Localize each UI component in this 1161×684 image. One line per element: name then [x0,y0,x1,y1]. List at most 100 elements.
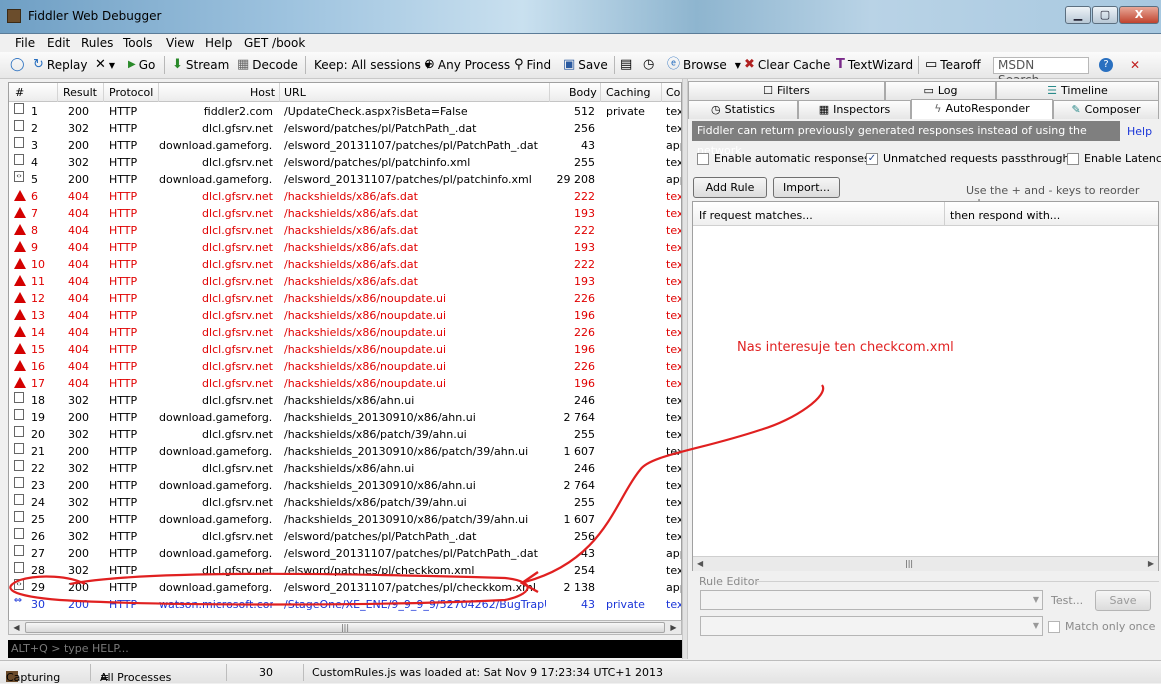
enable-latency-checkbox[interactable]: Enable Latency [1067,152,1161,165]
decode-button[interactable]: ▦ Decode [237,56,298,74]
table-row[interactable]: 17 404 HTTP dlcl.gfsrv.net/hackshields/x86/… [9,375,681,392]
table-row[interactable]: 27 200 HTTP download.gameforg... /elsword_20… [9,545,681,562]
autoresponder-rules-list[interactable]: If request matches... then respond with.… [692,201,1159,571]
save-button[interactable]: ▣ Save [563,56,608,74]
table-row[interactable]: 16 404 HTTP dlcl.gfsrv.net/hackshields/x86/… [9,358,681,375]
tab-composer[interactable]: ✎ Composer [1053,100,1159,119]
table-row[interactable]: 1 200 HTTP fiddler2.com/UpdateCheck.aspx?is… [9,103,681,120]
keep-sessions-dropdown[interactable]: Keep: All sessions ▾ [314,56,431,74]
table-row[interactable]: 18 302 HTTP dlcl.gfsrv.net/hackshields/x86/… [9,392,681,409]
table-row[interactable]: 12 404 HTTP dlcl.gfsrv.net/hackshields/x86/… [9,290,681,307]
column-header-host[interactable]: Host [250,86,275,99]
menu-file[interactable]: File [15,36,35,50]
table-row[interactable]: 13 404 HTTP dlcl.gfsrv.net/hackshields/x86/… [9,307,681,324]
minimize-button[interactable]: ▁ [1065,6,1091,24]
row-body: 256 [574,530,595,543]
timer-button[interactable]: ◷ [643,56,657,74]
row-number: 12 [31,292,45,305]
test-button[interactable]: Test... [1051,594,1083,607]
clear-cache-button[interactable]: ✖ Clear Cache [744,56,830,74]
column-header-number[interactable]: # [15,86,24,99]
menu-get-book[interactable]: GET /book [244,36,305,50]
scroll-right-icon[interactable]: ▶ [666,621,681,634]
menu-edit[interactable]: Edit [47,36,70,50]
table-row[interactable]: 22 302 HTTP dlcl.gfsrv.net/hackshields/x86/… [9,460,681,477]
column-header-caching[interactable]: Caching [606,86,650,99]
table-row[interactable]: 24 302 HTTP dlcl.gfsrv.net/hackshields/x86/… [9,494,681,511]
tab-timeline[interactable]: ☰ Timeline [996,81,1159,100]
session-list[interactable]: # Result Protocol Host URL Body Caching … [8,82,682,635]
rule-match-combobox[interactable]: ▼ [700,590,1043,610]
maximize-button[interactable]: ▢ [1092,6,1118,24]
find-button[interactable]: ⚲ Find [514,56,551,74]
unmatched-passthrough-checkbox[interactable]: ✓ Unmatched requests passthrough [866,152,1070,165]
column-header-if-request-matches[interactable]: If request matches... [699,209,813,222]
msdn-search-input[interactable]: MSDN Search... [993,57,1089,87]
scroll-left-icon[interactable]: ◀ [697,559,703,568]
table-row[interactable]: 26 302 HTTP dlcl.gfsrv.net/elsword/patches/… [9,528,681,545]
column-header-protocol[interactable]: Protocol [109,86,153,99]
tab-filters[interactable]: ☐ Filters [688,81,885,100]
table-row[interactable]: 14 404 HTTP dlcl.gfsrv.net/hackshields/x86/… [9,324,681,341]
table-row[interactable]: 19 200 HTTP download.gameforg... /hackshield… [9,409,681,426]
tab-log[interactable]: ▭ Log [885,81,996,100]
tab-statistics[interactable]: ◷ Statistics [688,100,798,119]
column-header-content-type[interactable]: Cor [666,86,681,99]
table-row[interactable]: ‹› 29 200 HTTP download.gameforg... /elsword_… [9,579,681,596]
table-row[interactable]: 23 200 HTTP download.gameforg... /hackshield… [9,477,681,494]
quickexec-input[interactable]: ALT+Q > type HELP... [8,640,682,658]
help-button[interactable]: ? [1099,56,1116,74]
textwizard-button[interactable]: T TextWizard [836,56,913,74]
column-header-body[interactable]: Body [569,86,597,99]
table-row[interactable]: 9 404 HTTP dlcl.gfsrv.net/hackshields/x86/a… [9,239,681,256]
add-rule-button[interactable]: Add Rule [693,177,767,198]
table-row[interactable]: 25 200 HTTP download.gameforg... /hackshield… [9,511,681,528]
table-row[interactable]: 2 302 HTTP dlcl.gfsrv.net/elsword/patches/p… [9,120,681,137]
any-process-button[interactable]: ⊕ Any Process [424,56,510,74]
go-button[interactable]: ▶ Go [128,56,155,74]
stream-button[interactable]: ⬇ Stream [172,56,229,74]
browse-button[interactable]: ⓔ Browse ▼ [667,56,741,74]
close-toolbar-button[interactable]: ✕ [1130,56,1140,74]
rule-action-combobox[interactable]: ▼ [700,616,1043,636]
table-row[interactable]: 4 302 HTTP dlcl.gfsrv.net/elsword/patches/p… [9,154,681,171]
menu-help[interactable]: Help [205,36,232,50]
column-header-result[interactable]: Result [63,86,97,99]
tab-autoresponder[interactable]: ϟ AutoResponder [911,99,1053,119]
table-row[interactable]: 6 404 HTTP dlcl.gfsrv.net/hackshields/x86/a… [9,188,681,205]
table-row[interactable]: ‹› 5 200 HTTP download.gameforg... /elsword_2… [9,171,681,188]
row-result: 200 [68,173,89,186]
table-row[interactable]: 15 404 HTTP dlcl.gfsrv.net/hackshields/x86/… [9,341,681,358]
menu-rules[interactable]: Rules [81,36,113,50]
comment-button[interactable]: ◯ [10,56,28,74]
scrollbar-thumb[interactable]: ||| [25,622,665,633]
replay-button[interactable]: ↻ Replay [33,56,88,74]
enable-automatic-responses-checkbox[interactable]: Enable automatic responses [697,152,870,165]
table-row[interactable]: 21 200 HTTP download.gameforg... /hackshield… [9,443,681,460]
column-header-url[interactable]: URL [284,86,306,99]
rule-save-button[interactable]: Save [1095,590,1151,611]
scroll-left-icon[interactable]: ◀ [9,621,24,634]
table-row[interactable]: ⇔ 30 200 HTTP watson.microsoft.com/StageOne/… [9,596,681,613]
table-row[interactable]: 20 302 HTTP dlcl.gfsrv.net/hackshields/x86/… [9,426,681,443]
screenshot-button[interactable]: ▤ [620,56,635,74]
match-only-once-checkbox[interactable]: Match only once [1048,620,1155,633]
table-row[interactable]: 7 404 HTTP dlcl.gfsrv.net/hackshields/x86/a… [9,205,681,222]
remove-button[interactable]: ✕ ▼ [95,56,115,74]
tab-inspectors[interactable]: ▦ Inspectors [798,100,911,119]
menu-view[interactable]: View [166,36,194,50]
table-row[interactable]: 3 200 HTTP download.gameforg... /elsword_201… [9,137,681,154]
rules-list-scrollbar[interactable]: ◀ ||| ▶ [693,556,1158,571]
table-row[interactable]: 8 404 HTTP dlcl.gfsrv.net/hackshields/x86/a… [9,222,681,239]
autoresponder-help-link[interactable]: Help [1127,125,1152,138]
close-window-button[interactable]: X [1119,6,1159,24]
table-row[interactable]: 11 404 HTTP dlcl.gfsrv.net/hackshields/x86/… [9,273,681,290]
table-row[interactable]: 10 404 HTTP dlcl.gfsrv.net/hackshields/x86/… [9,256,681,273]
table-row[interactable]: 28 302 HTTP dlcl.gfsrv.net/elsword/patches/… [9,562,681,579]
column-header-then-respond-with[interactable]: then respond with... [950,209,1060,222]
menu-tools[interactable]: Tools [123,36,153,50]
session-list-horizontal-scrollbar[interactable]: ◀ ||| ▶ [8,620,682,635]
tearoff-button[interactable]: ▭ Tearoff [925,56,981,74]
import-button[interactable]: Import... [773,177,840,198]
scroll-right-icon[interactable]: ▶ [1148,559,1154,568]
